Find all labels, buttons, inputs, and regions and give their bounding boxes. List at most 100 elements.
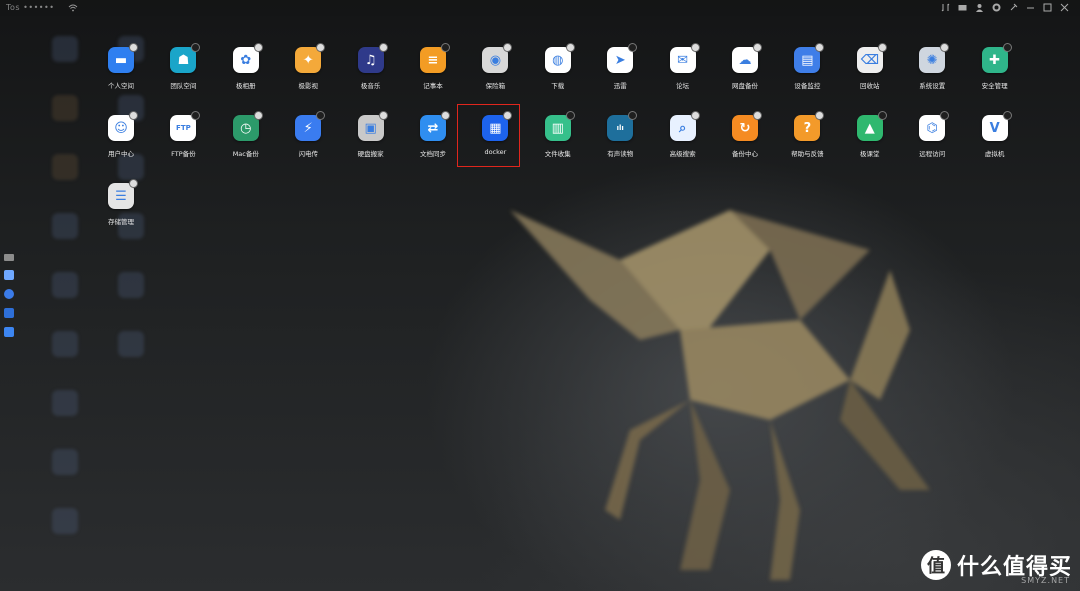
app-label: Mac备份 xyxy=(232,150,259,158)
app-shield[interactable]: ✚ 安全管理 xyxy=(964,43,1026,108)
time-machine-icon: ◷ xyxy=(232,111,263,141)
app-safe[interactable]: ◉ 保险箱 xyxy=(464,43,526,108)
top-status-bar: Tos •••••• xyxy=(0,0,1080,16)
app-music[interactable]: ♫ 极音乐 xyxy=(340,43,402,108)
thunder-icon-glyph: ➤ xyxy=(614,52,626,68)
app-notepad[interactable]: ≡ 记事本 xyxy=(402,43,464,108)
app-storage-manager[interactable]: ☰ 存储管理 xyxy=(90,179,152,244)
app-label: 用户中心 xyxy=(108,150,134,158)
thunder-icon: ➤ xyxy=(607,43,638,73)
pin-icon[interactable] xyxy=(1008,2,1019,13)
gear-icon[interactable] xyxy=(991,2,1002,13)
docker-highlight-box xyxy=(457,104,520,167)
app-settings[interactable]: ✺ 系统设置 xyxy=(901,43,963,108)
app-monitor-chart[interactable]: ▤ 设备监控 xyxy=(776,43,838,108)
dock-browser-icon[interactable] xyxy=(4,289,14,299)
app-label: 系统设置 xyxy=(919,82,946,90)
install-badge-icon xyxy=(441,43,450,52)
app-team-folder[interactable]: ☗ 团队空间 xyxy=(152,43,214,108)
backup-center-icon-glyph: ↻ xyxy=(739,120,751,136)
mail-icon[interactable] xyxy=(957,2,968,13)
dock-apps-grid-icon[interactable] xyxy=(4,270,14,280)
user-icon[interactable] xyxy=(974,2,985,13)
install-badge-icon xyxy=(628,111,638,120)
app-remote-access[interactable]: ⌬ 远程访问 xyxy=(901,111,963,176)
app-ftp[interactable]: FTP FTP备份 xyxy=(152,111,214,176)
monitor-chart-icon: ▤ xyxy=(794,43,825,73)
dock-monitor-icon[interactable] xyxy=(4,254,14,261)
app-label: 极音乐 xyxy=(360,82,381,90)
app-label: 文件收集 xyxy=(544,150,571,158)
minimize-icon[interactable] xyxy=(1025,2,1036,13)
home-badge-icon xyxy=(441,111,450,120)
watermark-subtext: SMYZ.NET xyxy=(1021,576,1070,585)
app-label: 迅雷 xyxy=(613,82,627,90)
app-label: 下载 xyxy=(551,82,565,90)
install-badge-icon xyxy=(628,43,638,52)
install-badge-icon xyxy=(1002,43,1012,52)
app-label: 极课堂 xyxy=(860,150,880,158)
dock-folder-icon[interactable] xyxy=(4,327,14,337)
download-globe-icon: ◍ xyxy=(544,43,575,73)
app-label: 设备监控 xyxy=(794,82,821,90)
forum-icon: ✉ xyxy=(669,43,700,73)
ftp-icon-glyph: FTP xyxy=(176,124,191,132)
install-badge-icon xyxy=(191,111,201,120)
app-label: 存储管理 xyxy=(108,218,134,226)
home-badge-icon xyxy=(690,111,700,120)
help-icon: ? xyxy=(794,111,825,141)
app-cloud-backup[interactable]: ☁ 网盘备份 xyxy=(714,43,776,108)
classroom-icon-glyph: ▲ xyxy=(864,120,875,136)
music-icon: ♫ xyxy=(357,43,388,73)
trash-icon-glyph: ⌫ xyxy=(860,52,879,68)
app-video[interactable]: ✦ 极影视 xyxy=(277,43,339,108)
home-badge-icon xyxy=(378,111,388,120)
install-badge-icon xyxy=(565,111,575,120)
sync-doc-icon: ⇄ xyxy=(420,111,450,141)
photos-icon: ✿ xyxy=(232,43,263,73)
flash-transfer-icon: ⚡ xyxy=(295,111,326,141)
shield-icon: ✚ xyxy=(981,43,1012,73)
app-trash[interactable]: ⌫ 回收站 xyxy=(839,43,901,108)
app-search[interactable]: ⌕ 高级搜索 xyxy=(652,111,714,176)
app-photos[interactable]: ✿ 极相册 xyxy=(215,43,277,108)
download-globe-icon-glyph: ◍ xyxy=(552,52,564,68)
left-dock xyxy=(4,254,18,346)
home-badge-icon xyxy=(815,43,825,52)
app-file-collect[interactable]: ▥ 文件收集 xyxy=(527,111,589,176)
wifi-icon xyxy=(68,4,78,12)
app-label: 闪电传 xyxy=(298,150,318,158)
app-user-center[interactable]: ☺ 用户中心 xyxy=(90,111,152,176)
app-label: 网盘备份 xyxy=(732,82,758,90)
file-collect-icon-glyph: ▥ xyxy=(551,120,564,136)
user-center-icon-glyph: ☺ xyxy=(114,120,128,136)
app-time-machine[interactable]: ◷ Mac备份 xyxy=(215,111,277,176)
app-disk-move[interactable]: ▣ 硬盘搬家 xyxy=(340,111,402,176)
app-folder[interactable]: ▬ 个人空间 xyxy=(90,43,152,108)
app-forum[interactable]: ✉ 论坛 xyxy=(652,43,714,108)
maximize-icon[interactable] xyxy=(1042,2,1053,13)
transfer-icon[interactable] xyxy=(940,2,951,13)
app-backup-center[interactable]: ↻ 备份中心 xyxy=(714,111,776,176)
music-icon-glyph: ♫ xyxy=(364,52,377,68)
notepad-icon: ≡ xyxy=(420,43,450,73)
safe-icon: ◉ xyxy=(482,43,513,73)
home-badge-icon xyxy=(129,111,138,120)
shield-icon-glyph: ✚ xyxy=(989,52,1001,68)
app-classroom[interactable]: ▲ 极课堂 xyxy=(839,111,901,176)
app-thunder[interactable]: ➤ 迅雷 xyxy=(589,43,651,108)
audiobook-icon: ılı xyxy=(607,111,638,141)
app-help[interactable]: ? 帮助与反馈 xyxy=(776,111,838,176)
app-audiobook[interactable]: ılı 有声读物 xyxy=(589,111,651,176)
app-label: 帮助与反馈 xyxy=(791,150,824,158)
settings-icon: ✺ xyxy=(919,43,950,73)
home-badge-icon xyxy=(378,43,388,52)
app-flash-transfer[interactable]: ⚡ 闪电传 xyxy=(277,111,339,176)
app-download-globe[interactable]: ◍ 下载 xyxy=(527,43,589,108)
remote-access-icon-glyph: ⌬ xyxy=(926,120,938,136)
dock-chart-icon[interactable] xyxy=(4,308,14,318)
close-icon[interactable] xyxy=(1059,2,1070,13)
app-vm[interactable]: V 虚拟机 xyxy=(964,111,1026,176)
app-label: 备份中心 xyxy=(732,150,758,158)
app-sync-doc[interactable]: ⇄ 文档同步 xyxy=(402,111,464,176)
